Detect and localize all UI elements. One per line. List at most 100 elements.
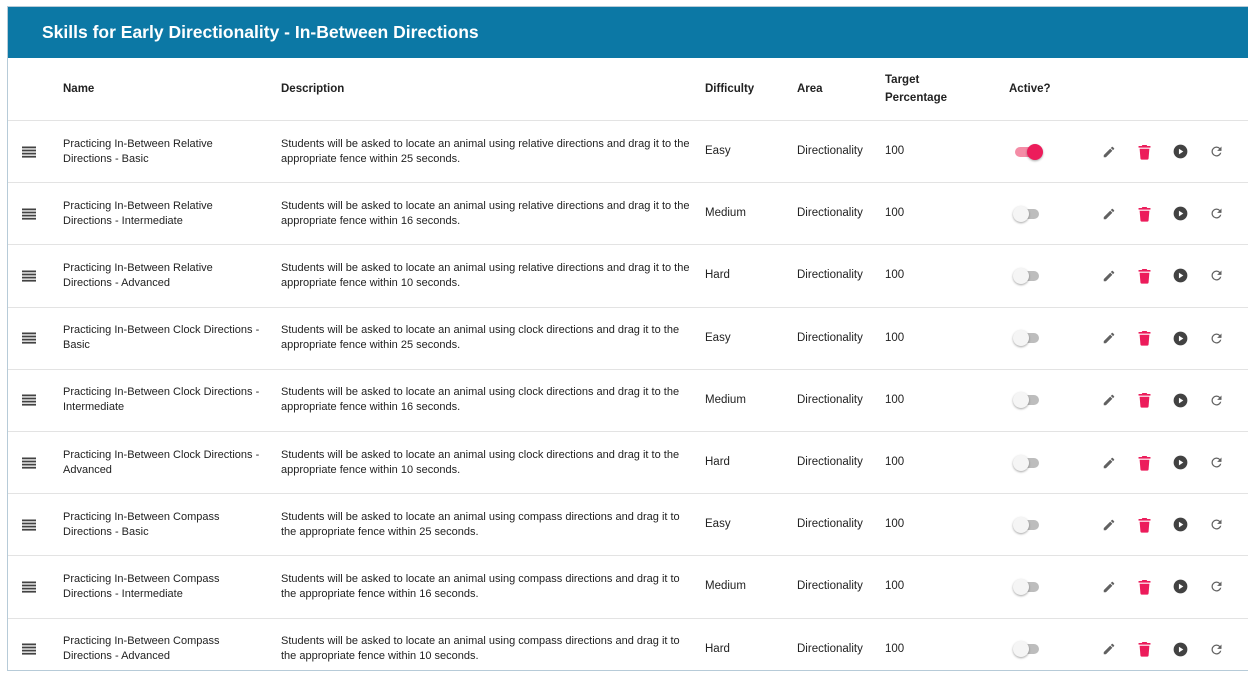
column-header-active: Active? (1009, 83, 1051, 95)
play-circle-icon[interactable] (1173, 494, 1191, 555)
reset-refresh-icon[interactable] (1209, 121, 1227, 182)
reset-refresh-icon[interactable] (1209, 308, 1227, 369)
play-circle-icon[interactable] (1173, 245, 1191, 306)
drag-handle-icon[interactable] (22, 432, 42, 493)
table-row: Practicing In-Between Compass Directions… (8, 494, 1248, 557)
active-toggle-cell (1013, 245, 1053, 306)
reset-refresh-icon[interactable] (1209, 370, 1227, 431)
skill-area: Directionality (797, 145, 863, 158)
skill-difficulty: Easy (705, 145, 731, 158)
reset-refresh-icon[interactable] (1209, 245, 1227, 306)
active-toggle-cell (1013, 183, 1053, 244)
skill-area: Directionality (797, 393, 863, 406)
skill-difficulty: Medium (705, 207, 746, 220)
reset-refresh-icon[interactable] (1209, 494, 1227, 555)
drag-handle-icon[interactable] (22, 370, 42, 431)
active-toggle[interactable] (1013, 330, 1043, 347)
edit-pencil-icon[interactable] (1102, 308, 1120, 369)
skill-difficulty: Hard (705, 456, 730, 469)
skill-target-percentage: 100 (885, 518, 905, 531)
reset-refresh-icon[interactable] (1209, 183, 1227, 244)
table-row: Practicing In-Between Relative Direction… (8, 245, 1248, 308)
delete-trash-icon[interactable] (1138, 370, 1154, 431)
play-circle-icon[interactable] (1173, 308, 1191, 369)
skill-description: Students will be asked to locate an anim… (281, 137, 690, 165)
edit-pencil-icon[interactable] (1102, 245, 1120, 306)
table-body: Practicing In-Between Relative Direction… (8, 121, 1248, 680)
active-toggle[interactable] (1013, 641, 1043, 658)
table-row: Practicing In-Between Compass Directions… (8, 556, 1248, 619)
drag-handle-icon[interactable] (22, 245, 42, 306)
play-circle-icon[interactable] (1173, 183, 1191, 244)
table-row: Practicing In-Between Clock Directions -… (8, 370, 1248, 432)
skill-target-percentage: 100 (885, 269, 905, 282)
play-circle-icon[interactable] (1173, 370, 1191, 431)
drag-handle-icon[interactable] (22, 308, 42, 369)
delete-trash-icon[interactable] (1138, 245, 1154, 306)
skills-panel: Skills for Early Directionality - In-Bet… (7, 6, 1248, 671)
active-toggle[interactable] (1013, 205, 1043, 222)
skill-target-percentage: 100 (885, 580, 905, 593)
drag-handle-icon[interactable] (22, 556, 42, 617)
skill-target-percentage: 100 (885, 456, 905, 469)
delete-trash-icon[interactable] (1138, 308, 1154, 369)
active-toggle-cell (1013, 432, 1053, 493)
play-circle-icon[interactable] (1173, 432, 1191, 493)
skill-difficulty: Hard (705, 269, 730, 282)
active-toggle-cell (1013, 370, 1053, 431)
column-header-name: Name (63, 83, 95, 95)
reset-refresh-icon[interactable] (1209, 432, 1227, 493)
active-toggle[interactable] (1013, 392, 1043, 409)
play-circle-icon[interactable] (1173, 556, 1191, 617)
skill-name: Practicing In-Between Relative Direction… (63, 199, 213, 227)
active-toggle[interactable] (1013, 143, 1043, 160)
skill-target-percentage: 100 (885, 145, 905, 158)
play-circle-icon[interactable] (1173, 121, 1191, 182)
skill-area: Directionality (797, 518, 863, 531)
skill-difficulty: Medium (705, 393, 746, 406)
skill-description: Students will be asked to locate an anim… (281, 386, 680, 414)
drag-handle-icon[interactable] (22, 494, 42, 555)
active-toggle[interactable] (1013, 267, 1043, 284)
delete-trash-icon[interactable] (1138, 556, 1154, 617)
skill-name: Practicing In-Between Clock Directions -… (63, 386, 260, 414)
active-toggle-cell (1013, 121, 1053, 182)
delete-trash-icon[interactable] (1138, 183, 1154, 244)
edit-pencil-icon[interactable] (1102, 183, 1120, 244)
table-row: Practicing In-Between Clock Directions -… (8, 432, 1248, 495)
page-title: Skills for Early Directionality - In-Bet… (8, 7, 1248, 58)
table-row: Practicing In-Between Clock Directions -… (8, 308, 1248, 370)
edit-pencil-icon[interactable] (1102, 370, 1120, 431)
skill-description: Students will be asked to locate an anim… (281, 324, 680, 352)
skill-area: Directionality (797, 331, 863, 344)
drag-handle-icon[interactable] (22, 121, 42, 182)
skill-name: Practicing In-Between Relative Direction… (63, 261, 213, 289)
active-toggle[interactable] (1013, 578, 1043, 595)
skill-area: Directionality (797, 580, 863, 593)
delete-trash-icon[interactable] (1138, 494, 1154, 555)
column-header-area: Area (797, 83, 823, 95)
skill-name: Practicing In-Between Clock Directions -… (63, 448, 260, 476)
table-row: Practicing In-Between Relative Direction… (8, 183, 1248, 246)
edit-pencil-icon[interactable] (1102, 556, 1120, 617)
table-row: Practicing In-Between Relative Direction… (8, 121, 1248, 184)
skill-description: Students will be asked to locate an anim… (281, 572, 680, 600)
skill-target-percentage: 100 (885, 207, 905, 220)
edit-pencil-icon[interactable] (1102, 432, 1120, 493)
active-toggle-cell (1013, 556, 1053, 617)
column-header-description: Description (281, 83, 345, 95)
edit-pencil-icon[interactable] (1102, 494, 1120, 555)
skill-area: Directionality (797, 207, 863, 220)
skill-target-percentage: 100 (885, 393, 905, 406)
skill-description: Students will be asked to locate an anim… (281, 510, 680, 538)
active-toggle[interactable] (1013, 516, 1043, 533)
delete-trash-icon[interactable] (1138, 121, 1154, 182)
skill-difficulty: Medium (705, 580, 746, 593)
reset-refresh-icon[interactable] (1209, 556, 1227, 617)
edit-pencil-icon[interactable] (1102, 121, 1120, 182)
skill-target-percentage: 100 (885, 331, 905, 344)
drag-handle-icon[interactable] (22, 183, 42, 244)
active-toggle[interactable] (1013, 454, 1043, 471)
delete-trash-icon[interactable] (1138, 432, 1154, 493)
skill-name: Practicing In-Between Clock Directions -… (63, 324, 260, 352)
